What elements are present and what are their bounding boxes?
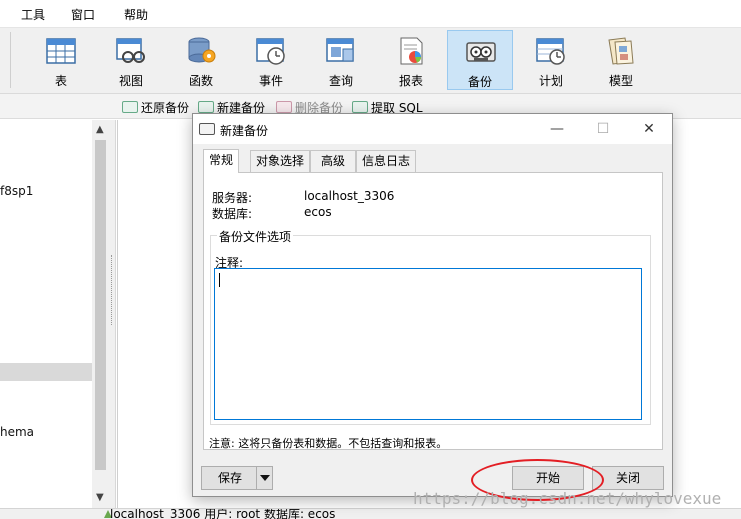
backup-file-options-group: 备份文件选项 注释: xyxy=(210,228,651,425)
tab-object-selection[interactable]: 对象选择 xyxy=(250,150,310,172)
database-value: ecos xyxy=(304,205,332,219)
report-icon xyxy=(400,37,423,65)
group-label: 备份文件选项 xyxy=(217,228,294,245)
panel-splitter[interactable] xyxy=(109,120,116,510)
model-icon xyxy=(608,37,634,65)
watermark: https://blog.csdn.net/whylovexue xyxy=(413,489,722,508)
toolbar-backup-button[interactable]: 备份 xyxy=(447,30,513,90)
delete-backup-icon xyxy=(276,101,292,113)
toolbar-report-button[interactable]: 报表 xyxy=(378,30,444,90)
view-icon xyxy=(116,38,145,63)
toolbar-backup-label: 备份 xyxy=(467,75,492,89)
function-icon xyxy=(188,37,216,63)
tree-item-schema[interactable]: hema xyxy=(0,425,34,439)
status-bar: localhost_3306 用户: root 数据库: ecos xyxy=(0,508,741,519)
save-button[interactable]: 保存 xyxy=(201,466,273,490)
event-icon xyxy=(256,38,285,65)
menu-help[interactable]: 帮助 xyxy=(124,6,148,23)
query-icon xyxy=(326,38,354,62)
toolbar-event-button[interactable]: 事件 xyxy=(238,30,304,90)
scroll-down-arrow-icon[interactable]: ▼ xyxy=(96,492,104,503)
backup-note: 注意: 这将只备份表和数据。不包括查询和报表。 xyxy=(209,437,448,450)
dialog-title: 新建备份 xyxy=(220,124,269,138)
tab-general[interactable]: 常规 xyxy=(203,149,239,173)
toolbar-schedule-label: 计划 xyxy=(538,74,563,88)
tree-selected-row[interactable] xyxy=(0,363,92,381)
splitter-grip xyxy=(111,255,114,325)
comment-textarea[interactable] xyxy=(214,268,642,420)
menu-bar: 工具 窗口 帮助 xyxy=(0,0,741,28)
toolbar-view-label: 视图 xyxy=(118,74,143,88)
save-dropdown-button[interactable] xyxy=(256,467,272,489)
extract-sql-icon xyxy=(352,101,368,113)
toolbar-schedule-button[interactable]: 计划 xyxy=(518,30,584,90)
toolbar-model-button[interactable]: 模型 xyxy=(588,30,654,90)
scrollbar-thumb[interactable] xyxy=(95,140,106,470)
database-label: 数据库: xyxy=(212,207,253,221)
dialog-titlebar[interactable]: 新建备份 — ☐ ✕ xyxy=(193,114,672,144)
dropdown-arrow-icon xyxy=(260,475,270,481)
tab-info-log[interactable]: 信息日志 xyxy=(356,150,416,172)
toolbar-event-label: 事件 xyxy=(258,74,283,88)
tree-scrollbar[interactable]: ▲ ▼ xyxy=(92,120,109,510)
new-backup-dialog: 新建备份 — ☐ ✕ 常规 对象选择 高级 信息日志 服务器: localhos… xyxy=(192,113,673,497)
table-icon xyxy=(46,38,76,64)
main-toolbar: 表 视图 函数 事件 查询 报表 备份 计划 模型 xyxy=(0,28,741,94)
general-tab-panel: 服务器: localhost_3306 数据库: ecos 备份文件选项 注释:… xyxy=(203,172,663,450)
toolbar-query-label: 查询 xyxy=(328,74,353,88)
text-caret xyxy=(219,273,220,287)
server-label: 服务器: xyxy=(212,191,253,205)
tree-item-f8sp1[interactable]: f8sp1 xyxy=(0,184,33,198)
new-backup-icon xyxy=(198,101,214,113)
status-text: localhost_3306 用户: root 数据库: ecos xyxy=(110,508,336,519)
maximize-icon[interactable]: ☐ xyxy=(580,114,626,144)
schedule-icon xyxy=(536,38,565,65)
toolbar-function-button[interactable]: 函数 xyxy=(168,30,234,90)
toolbar-function-label: 函数 xyxy=(188,74,213,88)
toolbar-view-button[interactable]: 视图 xyxy=(98,30,164,90)
toolbar-query-button[interactable]: 查询 xyxy=(308,30,374,90)
server-value: localhost_3306 xyxy=(304,189,395,203)
backup-icon xyxy=(466,42,496,62)
close-icon[interactable]: ✕ xyxy=(626,114,672,144)
toolbar-table-label: 表 xyxy=(54,74,67,88)
dialog-app-icon xyxy=(199,123,215,135)
toolbar-separator xyxy=(10,32,11,88)
minimize-icon[interactable]: — xyxy=(534,114,580,144)
toolbar-model-label: 模型 xyxy=(608,74,633,88)
toolbar-table-button[interactable]: 表 xyxy=(28,30,94,90)
restore-icon xyxy=(122,101,138,113)
scroll-up-arrow-icon[interactable]: ▲ xyxy=(96,124,104,135)
menu-tools[interactable]: 工具 xyxy=(21,6,45,23)
connection-tree: f8sp1 hema ▲ ▼ xyxy=(0,120,109,510)
toolbar-report-label: 报表 xyxy=(398,74,423,88)
menu-window[interactable]: 窗口 xyxy=(71,6,95,23)
restore-backup-button[interactable]: 还原备份 xyxy=(122,99,189,115)
tab-advanced[interactable]: 高级 xyxy=(310,150,356,172)
